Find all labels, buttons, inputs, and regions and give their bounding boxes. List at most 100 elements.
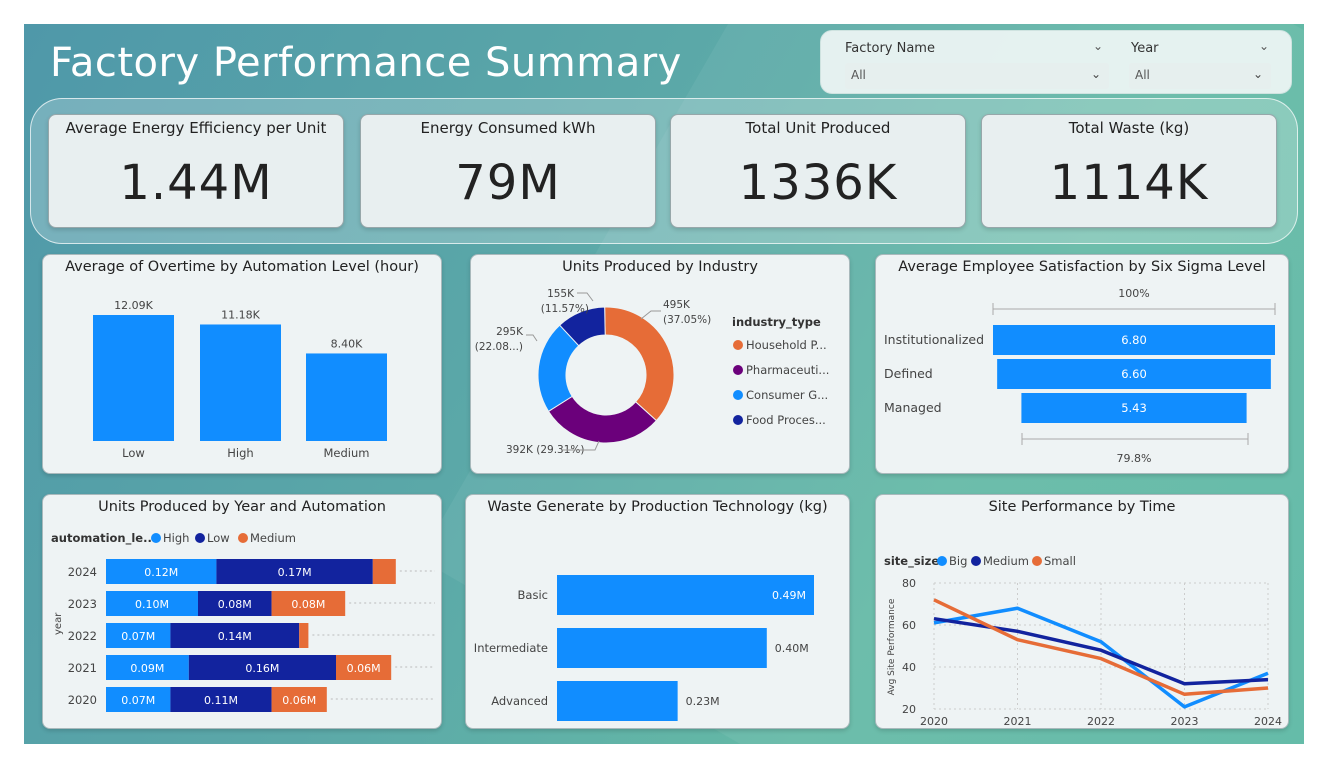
kpi-card-units-produced[interactable]: Total Unit Produced 1336K: [670, 114, 966, 228]
legend-label: Medium: [983, 554, 1029, 568]
tick-label: Low: [122, 446, 145, 460]
legend-title: site_size: [884, 554, 939, 569]
dashboard-canvas: Factory Performance Summary Factory Name…: [24, 24, 1304, 744]
leader-line: [640, 310, 661, 320]
data-label: 0.07M: [121, 694, 155, 707]
data-label: (22.08...): [475, 341, 523, 353]
chevron-down-icon[interactable]: ⌄: [1259, 39, 1269, 53]
legend-label: High: [163, 531, 189, 545]
leader-line: [526, 334, 538, 342]
data-label: 0.14M: [218, 630, 252, 643]
bar: [200, 324, 281, 441]
data-label: 0.06M: [347, 662, 381, 675]
factory-name-dropdown[interactable]: All ⌄: [845, 63, 1109, 89]
legend-marker: [733, 340, 743, 350]
legend-label: Big: [949, 554, 967, 568]
page-title: Factory Performance Summary: [50, 40, 682, 86]
data-label: 0.07M: [121, 630, 155, 643]
data-label: 0.23M: [686, 695, 720, 708]
kpi-value: 1336K: [738, 155, 898, 211]
legend-label: Small: [1044, 554, 1076, 568]
data-label: 0.09M: [130, 662, 164, 675]
data-label: 155K: [547, 288, 575, 300]
data-label: 0.10M: [135, 598, 169, 611]
tick-label: 60: [902, 619, 916, 632]
overtime-chart: 12.09K Low 11.18K High 8.40K Medium: [93, 299, 387, 460]
tick-label: 2024: [68, 565, 97, 579]
year-slicer: Year ⌄ All ⌄: [1107, 35, 1293, 95]
legend-marker: [195, 533, 205, 543]
tick-label: 2021: [68, 661, 97, 675]
data-label: (11.57%): [541, 303, 589, 315]
category-label: Basic: [518, 588, 548, 602]
legend-marker: [733, 365, 743, 375]
legend-marker: [1032, 556, 1042, 566]
satisfaction-chart-card[interactable]: Average Employee Satisfaction by Six Sig…: [875, 254, 1289, 474]
legend-label: Household P...: [746, 338, 827, 352]
tick-label: 2023: [1171, 715, 1199, 728]
data-label: 8.40K: [331, 337, 363, 350]
waste-chart: Basic 0.49M Intermediate 0.40M Advanced 0.23M: [474, 575, 814, 721]
kpi-card-energy-efficiency[interactable]: Average Energy Efficiency per Unit 1.44M: [48, 114, 344, 228]
data-label: 12.09K: [114, 299, 153, 312]
legend-label: Pharmaceuti...: [746, 363, 829, 377]
legend-title: automation_le...: [51, 531, 156, 546]
data-label: 0.08M: [291, 598, 325, 611]
data-label: 0.16M: [245, 662, 279, 675]
bar: [93, 315, 174, 441]
kpi-card-total-waste[interactable]: Total Waste (kg) 1114K: [981, 114, 1277, 228]
kpi-label: Average Energy Efficiency per Unit: [65, 119, 327, 137]
top-label: 100%: [1118, 287, 1149, 300]
data-label: 0.06M: [282, 694, 316, 707]
chevron-down-icon[interactable]: ⌄: [1093, 39, 1103, 53]
bar: [306, 353, 387, 441]
leader-line: [577, 292, 594, 302]
legend-marker: [971, 556, 981, 566]
legend-marker: [937, 556, 947, 566]
industry-chart-card[interactable]: Units Produced by Industry 495K (37.05%) 3…: [470, 254, 850, 474]
tick-label: 2022: [68, 629, 97, 643]
kpi-label: Total Waste (kg): [1068, 119, 1190, 137]
data-label: 6.80: [1121, 333, 1147, 347]
tick-label: 2020: [920, 715, 948, 728]
bar-segment: [299, 623, 309, 648]
factory-name-slicer: Factory Name ⌄ All ⌄: [821, 35, 1117, 95]
bar: [557, 628, 767, 668]
category-label: Institutionalized: [884, 332, 984, 347]
kpi-card-energy-consumed[interactable]: Energy Consumed kWh 79M: [360, 114, 656, 228]
legend-label: Low: [207, 531, 230, 545]
data-label: 0.49M: [772, 589, 806, 602]
data-label: (37.05%): [663, 314, 711, 326]
data-label: 295K: [496, 326, 524, 338]
data-label: 6.60: [1121, 367, 1147, 381]
axis-title: Avg Site Performance: [887, 598, 897, 695]
chevron-down-icon: ⌄: [1090, 67, 1101, 81]
legend-marker: [733, 390, 743, 400]
kpi-label: Total Unit Produced: [745, 119, 891, 137]
data-label: 0.08M: [218, 598, 252, 611]
year-automation-chart: automation_le... High Low Medium year 2024 0.1…: [51, 531, 435, 712]
legend-label: Food Proces...: [746, 413, 826, 427]
filter-panel: Factory Name ⌄ All ⌄ Year ⌄ All ⌄: [820, 30, 1292, 94]
tick-label: 20: [902, 703, 916, 716]
year-value: All: [1135, 68, 1150, 82]
year-dropdown[interactable]: All ⌄: [1129, 63, 1271, 89]
axis-title: Year: [1088, 728, 1113, 729]
legend-marker: [238, 533, 248, 543]
bottom-label: 79.8%: [1117, 452, 1152, 465]
site-performance-chart-card[interactable]: Site Performance by Time site_size Big Med…: [875, 494, 1289, 729]
tick-label: Medium: [324, 446, 370, 460]
data-label: 0.11M: [204, 694, 238, 707]
category-label: Intermediate: [474, 641, 548, 655]
year-automation-chart-card[interactable]: Units Produced by Year and Automation au…: [42, 494, 442, 729]
overtime-chart-card[interactable]: Average of Overtime by Automation Level …: [42, 254, 442, 474]
legend-label: Consumer G...: [746, 388, 828, 402]
satisfaction-funnel-chart: 100% 6.80 Institutionalized 6.60 Defined 5.43…: [884, 287, 1276, 465]
category-label: Defined: [884, 366, 933, 381]
tick-label: 2022: [1087, 715, 1115, 728]
waste-chart-card[interactable]: Waste Generate by Production Technology …: [465, 494, 850, 729]
tick-label: 2021: [1004, 715, 1032, 728]
kpi-value: 1114K: [1049, 155, 1209, 211]
data-label: 0.12M: [144, 566, 178, 579]
tick-label: 40: [902, 661, 916, 674]
